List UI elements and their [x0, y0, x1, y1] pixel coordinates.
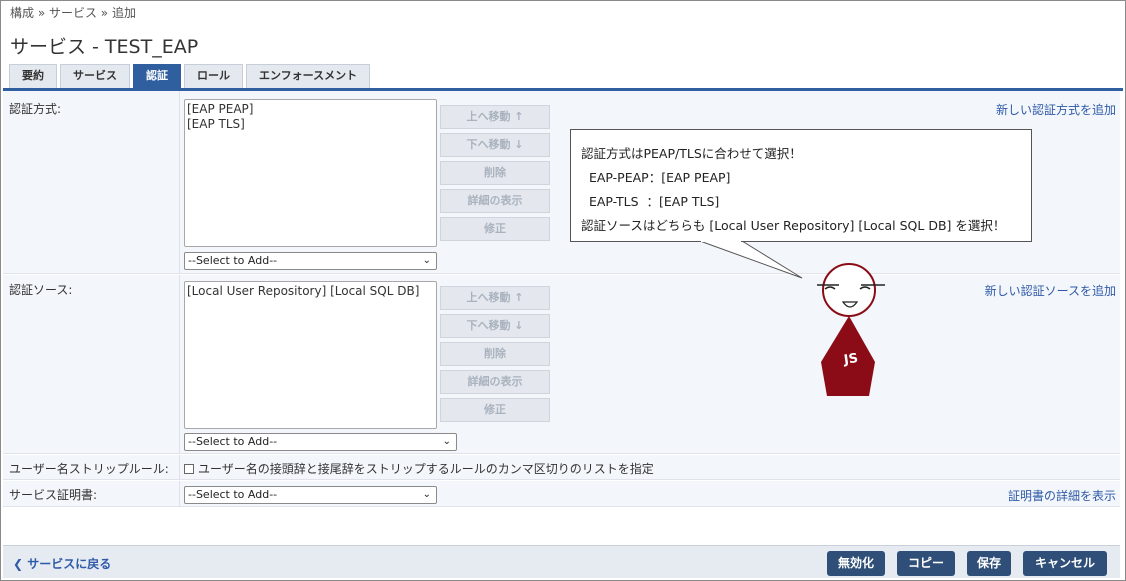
annotation-callout: 認証方式はPEAP/TLSに合わせて選択！ EAP-PEAP：[EAP PEAP… [570, 129, 1032, 242]
mascot-badge: JS [842, 351, 859, 368]
callout-line: EAP-TLS ：[EAP TLS] [581, 194, 720, 209]
callout-line: EAP-PEAP：[EAP PEAP] [581, 170, 731, 185]
mascot-head [822, 263, 876, 317]
callout-line: 認証ソースはどちらも [Local User Repository] [Loca… [581, 218, 1006, 233]
callout-tail-joint [701, 240, 741, 242]
mascot-illustration: JS [817, 263, 885, 396]
callout-line: 認証方式はPEAP/TLSに合わせて選択！ [581, 146, 802, 161]
callout-tail [699, 240, 803, 279]
